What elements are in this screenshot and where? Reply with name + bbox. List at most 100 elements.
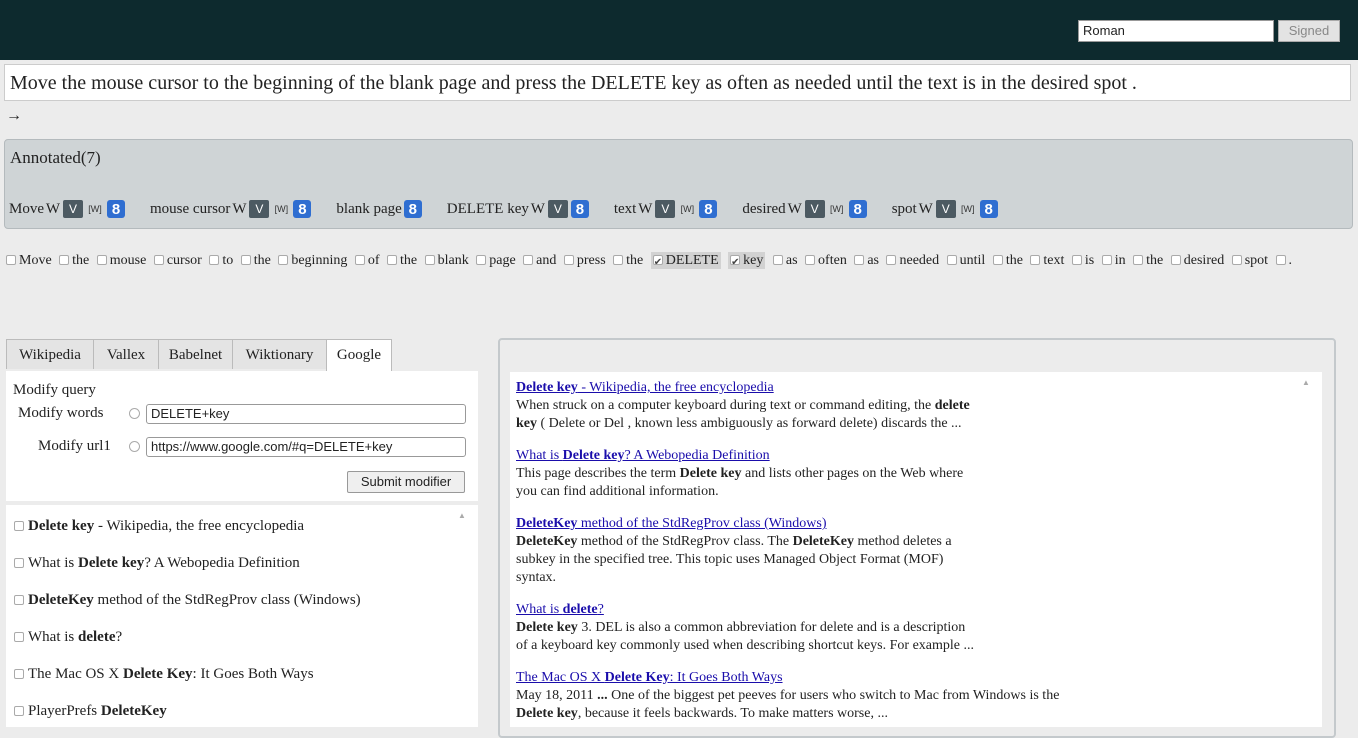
word-checkbox-area[interactable]: beginning: [278, 253, 347, 268]
babelnet-icon[interactable]: 8: [293, 200, 312, 218]
checkbox[interactable]: [354, 255, 365, 265]
checkbox[interactable]: [652, 252, 663, 274]
result-title-link[interactable]: Delete key - Wikipedia, the free encyclo…: [516, 380, 774, 395]
word-checkbox-area[interactable]: in: [1101, 253, 1126, 268]
word-checkbox-area[interactable]: and: [523, 253, 556, 268]
checkbox[interactable]: [14, 521, 24, 531]
arrow-icon[interactable]: →: [6, 107, 22, 125]
modify-words-radio[interactable]: [129, 408, 140, 419]
babelnet-icon[interactable]: 8: [979, 200, 998, 218]
checkbox[interactable]: [1133, 255, 1144, 265]
word-checkbox-item[interactable]: blank: [424, 253, 469, 268]
result-checkbox-item[interactable]: What is delete?: [14, 629, 122, 646]
result-title-link[interactable]: DeleteKey method of the StdRegProv class…: [516, 516, 827, 531]
word-checkbox-area[interactable]: needed: [886, 253, 939, 268]
vallex-icon[interactable]: V: [63, 200, 83, 218]
word-checkbox-area[interactable]: .: [1275, 253, 1292, 268]
wikipedia-icon[interactable]: W: [638, 200, 652, 218]
word-checkbox-area[interactable]: the: [1133, 253, 1163, 268]
checkbox[interactable]: [946, 255, 957, 265]
scroll-up-arrow-icon[interactable]: ▲: [458, 511, 466, 520]
word-checkbox-area[interactable]: page: [476, 253, 516, 268]
word-checkbox-area[interactable]: of: [354, 253, 380, 268]
word-checkbox-item[interactable]: page: [476, 253, 516, 268]
modify-url-input[interactable]: https://www.google.com/#q=DELETE+key: [146, 437, 466, 457]
wikipedia-icon[interactable]: W: [788, 200, 802, 218]
wikipedia-icon[interactable]: W: [232, 200, 246, 218]
word-checkbox-area[interactable]: the: [387, 253, 417, 268]
word-checkbox-item[interactable]: as: [854, 253, 879, 268]
word-checkbox-area[interactable]: the: [240, 253, 271, 268]
result-title-link[interactable]: What is Delete key? A Webopedia Definiti…: [516, 448, 770, 463]
checkbox[interactable]: [14, 632, 24, 642]
result-checkbox-item[interactable]: The Mac OS X Delete Key: It Goes Both Wa…: [14, 666, 314, 683]
word-checkbox-item[interactable]: key: [728, 252, 766, 274]
wiktionary-icon[interactable]: [W]: [86, 200, 104, 218]
checkbox[interactable]: [854, 255, 865, 265]
word-checkbox-item[interactable]: of: [354, 253, 380, 268]
word-checkbox-item[interactable]: in: [1101, 253, 1126, 268]
word-checkbox-area[interactable]: the: [992, 253, 1023, 268]
word-checkbox-item[interactable]: the: [59, 253, 89, 268]
username-input[interactable]: Roman: [1078, 20, 1274, 42]
word-checkbox-item[interactable]: press: [563, 253, 606, 268]
wikipedia-icon[interactable]: W: [531, 200, 545, 218]
word-checkbox-area[interactable]: Move: [6, 253, 52, 268]
checkbox[interactable]: [1170, 255, 1181, 265]
vallex-icon[interactable]: V: [655, 200, 676, 218]
checkbox[interactable]: [1231, 255, 1242, 265]
wiktionary-icon[interactable]: [W]: [959, 200, 977, 218]
word-checkbox-area[interactable]: the: [59, 253, 89, 268]
word-checkbox-area[interactable]: press: [563, 253, 606, 268]
word-checkbox-item[interactable]: needed: [886, 253, 939, 268]
checkbox[interactable]: [14, 558, 24, 568]
word-checkbox-area[interactable]: desired: [1170, 253, 1224, 268]
tab-google[interactable]: Google: [326, 339, 392, 371]
checkbox[interactable]: [59, 255, 70, 265]
result-checkbox-item[interactable]: Delete key - Wikipedia, the free encyclo…: [14, 518, 304, 535]
checkbox[interactable]: [1071, 255, 1082, 265]
checkbox[interactable]: [1275, 255, 1286, 265]
vallex-icon[interactable]: V: [547, 200, 568, 218]
word-checkbox-area[interactable]: mouse: [96, 253, 146, 268]
result-title-link[interactable]: What is delete?: [516, 602, 604, 617]
result-checkbox-item[interactable]: What is Delete key? A Webopedia Definiti…: [14, 555, 300, 572]
word-checkbox-area[interactable]: spot: [1231, 253, 1268, 268]
word-checkbox-item[interactable]: mouse: [96, 253, 146, 268]
checkbox[interactable]: [96, 255, 107, 265]
babelnet-icon[interactable]: 8: [107, 200, 125, 218]
checkbox[interactable]: [563, 255, 574, 265]
checkbox[interactable]: [240, 255, 251, 265]
word-checkbox-item[interactable]: text: [1030, 253, 1064, 268]
results-scroll-up-arrow-icon[interactable]: ▲: [1302, 378, 1310, 387]
checkbox[interactable]: [14, 669, 24, 679]
checkbox[interactable]: [730, 252, 741, 274]
word-checkbox-item[interactable]: until: [946, 253, 985, 268]
tab-babelnet[interactable]: Babelnet: [158, 339, 233, 369]
word-checkbox-area[interactable]: until: [946, 253, 985, 268]
checkbox[interactable]: [153, 255, 164, 265]
wiktionary-icon[interactable]: [W]: [678, 200, 696, 218]
word-checkbox-item[interactable]: spot: [1231, 253, 1268, 268]
word-checkbox-item[interactable]: the: [1133, 253, 1163, 268]
vallex-icon[interactable]: V: [935, 200, 956, 218]
checkbox[interactable]: [772, 255, 783, 265]
checkbox[interactable]: [6, 255, 16, 265]
checkbox[interactable]: [387, 255, 398, 265]
word-checkbox-area[interactable]: as: [854, 253, 879, 268]
vallex-icon[interactable]: V: [804, 200, 825, 218]
result-checkbox-item[interactable]: PlayerPrefs DeleteKey: [14, 703, 167, 720]
result-title-link[interactable]: The Mac OS X Delete Key: It Goes Both Wa…: [516, 670, 783, 685]
babelnet-icon[interactable]: 8: [848, 200, 867, 218]
checkbox[interactable]: [424, 255, 435, 265]
word-checkbox-area[interactable]: cursor: [153, 253, 202, 268]
word-checkbox-item[interactable]: the: [613, 253, 643, 268]
tab-wiktionary[interactable]: Wiktionary: [232, 339, 327, 369]
word-checkbox-item[interactable]: Move: [6, 253, 52, 268]
word-checkbox-item[interactable]: the: [240, 253, 271, 268]
word-checkbox-item[interactable]: beginning: [278, 253, 347, 268]
wikipedia-icon[interactable]: W: [919, 200, 933, 218]
modify-url-radio[interactable]: [129, 441, 140, 452]
word-checkbox-area[interactable]: often: [805, 253, 847, 268]
checkbox[interactable]: [209, 255, 220, 265]
